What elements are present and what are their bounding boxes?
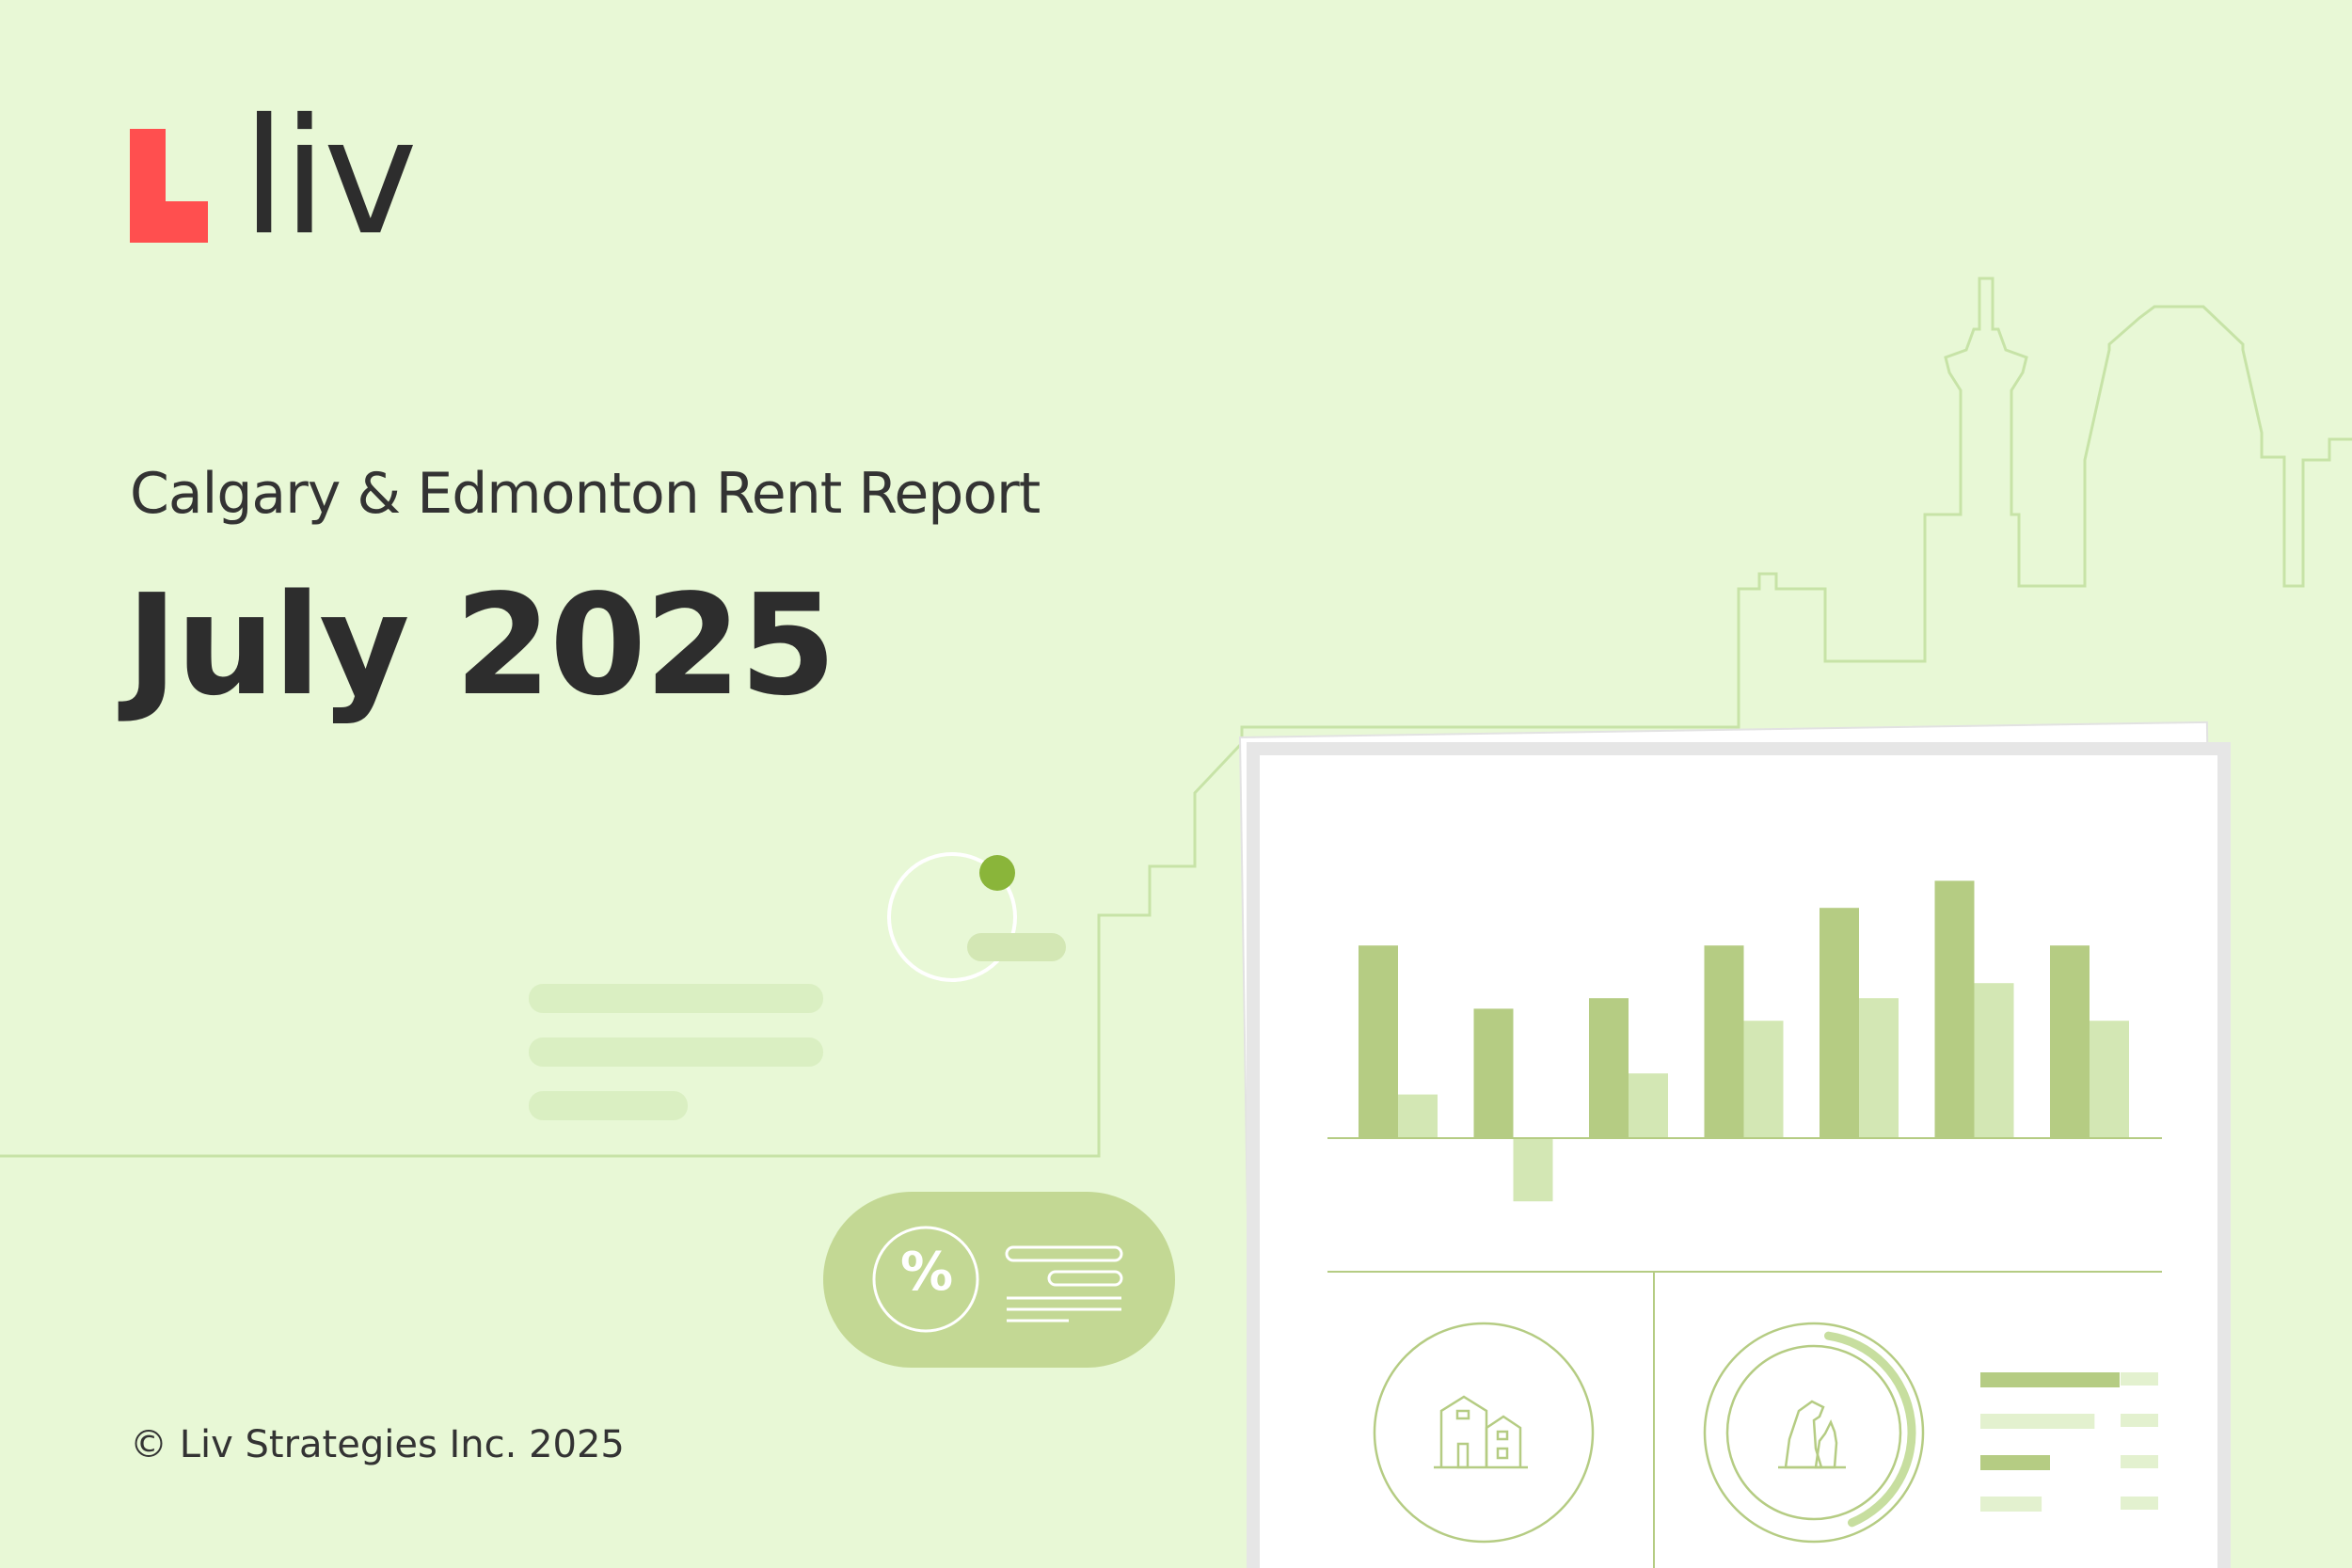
chart-bar-s1-1	[1359, 945, 1398, 1138]
copyright-text: © Liv Strategies Inc. 2025	[130, 1423, 625, 1466]
mini-bar-1	[1980, 1372, 2120, 1387]
document-card	[1247, 742, 2231, 1568]
mini-bar-tag-4	[2121, 1497, 2158, 1510]
chart-bar-s2-4	[1743, 1021, 1784, 1138]
decor-pill	[967, 933, 1066, 961]
mini-bar-tag-1	[2121, 1372, 2158, 1386]
mini-bar-4	[1980, 1497, 2042, 1512]
placeholder-line-2	[529, 1037, 823, 1067]
chart-bar-s1-7	[2050, 945, 2090, 1138]
chart-bar-s1-6	[1934, 880, 1975, 1138]
chart-bar-s1-5	[1820, 908, 1859, 1138]
chart-bar-s2-6	[1974, 983, 2014, 1138]
mini-bar-tag-3	[2121, 1455, 2158, 1468]
accent-dot	[979, 855, 1015, 891]
chart-bar-s1-3	[1589, 998, 1629, 1138]
placeholder-line-3	[529, 1091, 688, 1120]
mini-bar-2	[1980, 1414, 2095, 1429]
chart-bar-s1-4	[1704, 945, 1744, 1138]
mini-bar-tag-2	[2121, 1414, 2158, 1427]
report-title: July 2025	[126, 564, 836, 726]
percent-icon: %	[899, 1242, 954, 1303]
chart-bar-s1-2	[1473, 1008, 1514, 1138]
mini-bar-3	[1980, 1455, 2050, 1470]
brand-wordmark: liv	[242, 85, 418, 271]
chart-bar-s2-2	[1513, 1138, 1553, 1202]
chart-bar-s2-3	[1629, 1073, 1668, 1138]
chart-bar-s2-7	[2090, 1021, 2129, 1138]
chart-bar-s2-1	[1398, 1094, 1438, 1138]
placeholder-line-1	[529, 984, 823, 1013]
report-subtitle: Calgary & Edmonton Rent Report	[130, 461, 1041, 527]
chart-bar-s2-5	[1859, 998, 1899, 1138]
